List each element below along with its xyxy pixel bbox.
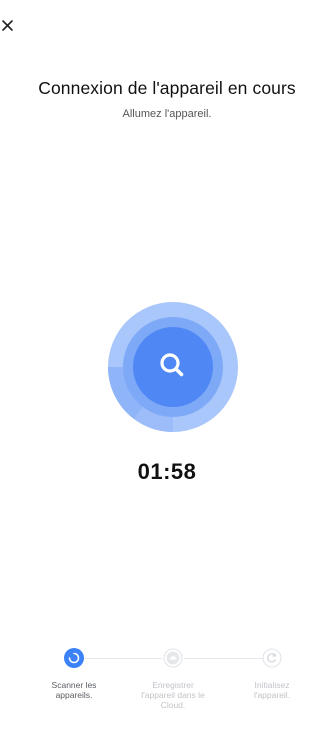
step-label: Enregistrer l'appareil dans le Cloud. <box>141 680 205 710</box>
step-scan-devices: Scanner les appareils. <box>34 645 114 700</box>
page-title: Connexion de l'appareil en cours <box>38 78 296 98</box>
step-label: Initialisez l'appareil. <box>253 680 291 700</box>
countdown-timer: 01:58 <box>137 459 197 484</box>
step-initialize-device: Initialisez l'appareil. <box>232 645 312 700</box>
close-icon <box>2 20 13 31</box>
close-button[interactable] <box>0 15 22 37</box>
device-connection-screen: Connexion de l'appareil en cours Allumez… <box>0 0 334 735</box>
spinner-icon <box>64 648 84 668</box>
page-subtitle: Allumez l'appareil. <box>122 108 212 120</box>
progress-steps: Scanner les appareils. Enregistrer l'app… <box>0 645 334 735</box>
cloud-icon <box>163 648 183 668</box>
step-label: Scanner les appareils. <box>51 680 97 700</box>
scanner-graphic <box>107 301 239 433</box>
refresh-icon <box>262 648 282 668</box>
step-register-cloud: Enregistrer l'appareil dans le Cloud. <box>133 645 213 710</box>
